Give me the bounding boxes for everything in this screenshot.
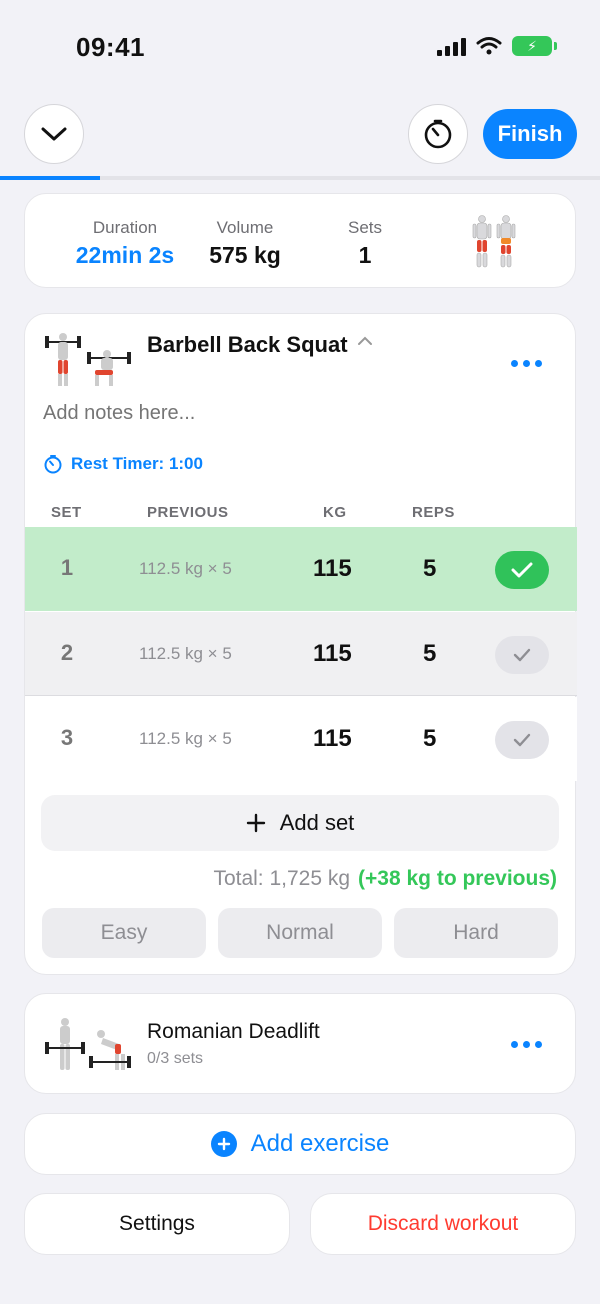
sets-label: Sets — [347, 218, 383, 237]
kg-input[interactable]: 115 — [313, 725, 352, 753]
reps-input[interactable]: 5 — [423, 640, 436, 668]
exercise-card-collapsed[interactable]: Romanian Deadlift 0/3 sets — [24, 993, 576, 1094]
complete-set-toggle[interactable] — [495, 636, 549, 674]
status-time: 09:41 — [76, 32, 145, 62]
volume-stat: Volume 575 kg — [185, 218, 305, 269]
set-row: 2 112.5 kg × 5 115 5 — [25, 612, 577, 696]
set-number[interactable]: 2 — [55, 640, 79, 666]
status-icons: ⚡ — [437, 36, 557, 56]
discard-workout-button[interactable]: Discard workout — [310, 1193, 576, 1255]
duration-label: Duration — [92, 218, 158, 237]
sets-stat: Sets 1 — [325, 218, 405, 269]
workout-progress-fill — [0, 176, 101, 180]
kg-input[interactable]: 115 — [313, 555, 352, 583]
chevron-up-icon[interactable] — [357, 336, 373, 346]
romanian-deadlift-thumbnail — [43, 1014, 133, 1074]
set-number[interactable]: 3 — [55, 725, 79, 751]
rest-timer-label: Rest Timer: 1:00 — [71, 454, 203, 473]
exercise-title: Romanian Deadlift — [147, 1020, 320, 1043]
sets-value: 1 — [358, 242, 372, 268]
total-label: Total: 1,725 kg — [213, 867, 351, 890]
set-number[interactable]: 1 — [55, 555, 79, 581]
set-row: 1 112.5 kg × 5 115 5 — [25, 527, 577, 611]
barbell-squat-thumbnail — [43, 328, 133, 388]
wifi-icon — [476, 37, 502, 55]
set-row: 3 112.5 kg × 5 115 5 — [25, 697, 577, 781]
previous-value[interactable]: 112.5 kg × 5 — [139, 644, 232, 664]
difficulty-normal-button[interactable]: Normal — [218, 908, 382, 958]
battery-charging-icon: ⚡ — [512, 36, 557, 56]
add-exercise-label: Add exercise — [250, 1130, 390, 1157]
cellular-signal-icon — [437, 36, 466, 56]
add-exercise-button[interactable]: Add exercise — [24, 1113, 576, 1175]
rest-timer-link[interactable]: Rest Timer: 1:00 — [43, 454, 203, 474]
difficulty-hard-button[interactable]: Hard — [394, 908, 558, 958]
status-bar: 09:41 ⚡ — [0, 0, 600, 96]
checkmark-icon — [513, 733, 531, 747]
stopwatch-icon — [424, 119, 452, 149]
exercise-title[interactable]: Barbell Back Squat — [147, 332, 348, 358]
difficulty-easy-button[interactable]: Easy — [42, 908, 206, 958]
kg-input[interactable]: 115 — [313, 640, 352, 668]
column-header-previous: PREVIOUS — [147, 504, 229, 521]
plus-icon — [246, 813, 265, 833]
checkmark-icon — [511, 562, 533, 578]
complete-set-toggle[interactable] — [495, 551, 549, 589]
reps-input[interactable]: 5 — [423, 725, 436, 753]
checkmark-icon — [513, 648, 531, 662]
exercise-card: Barbell Back Squat Rest Timer: 1:00 SET … — [24, 313, 577, 975]
previous-value[interactable]: 112.5 kg × 5 — [139, 729, 232, 749]
volume-label: Volume — [216, 218, 274, 237]
add-set-button[interactable]: Add set — [41, 795, 559, 851]
add-set-label: Add set — [279, 810, 355, 835]
total-volume: Total: 1,725 kg (+38 kg to previous) — [213, 867, 557, 891]
volume-value: 575 kg — [209, 242, 281, 268]
exercise-more-icon[interactable] — [511, 360, 542, 367]
column-header-kg: KG — [323, 504, 347, 521]
reps-input[interactable]: 5 — [423, 555, 436, 583]
duration-stat: Duration 22min 2s — [55, 218, 195, 269]
duration-value: 22min 2s — [75, 242, 175, 268]
muscle-map-icon — [472, 215, 516, 268]
rest-timer-button[interactable] — [408, 104, 468, 164]
exercise-notes-input[interactable] — [43, 402, 543, 425]
exercise-more-icon[interactable] — [511, 1041, 542, 1048]
column-header-set: SET — [51, 504, 82, 521]
workout-header: Finish — [0, 96, 600, 180]
collapse-button[interactable] — [24, 104, 84, 164]
column-header-reps: REPS — [412, 504, 455, 521]
plus-circle-icon — [210, 1131, 237, 1157]
workout-summary-card: Duration 22min 2s Volume 575 kg Sets 1 — [24, 193, 576, 288]
stopwatch-icon — [44, 455, 62, 474]
settings-button[interactable]: Settings — [24, 1193, 290, 1255]
finish-button[interactable]: Finish — [483, 109, 577, 159]
exercise-sets-progress: 0/3 sets — [147, 1050, 204, 1067]
total-diff: (+38 kg to previous) — [358, 867, 557, 890]
previous-value[interactable]: 112.5 kg × 5 — [139, 559, 232, 579]
workout-progress-bar — [0, 176, 600, 180]
complete-set-toggle[interactable] — [495, 721, 549, 759]
chevron-down-icon — [41, 127, 67, 141]
